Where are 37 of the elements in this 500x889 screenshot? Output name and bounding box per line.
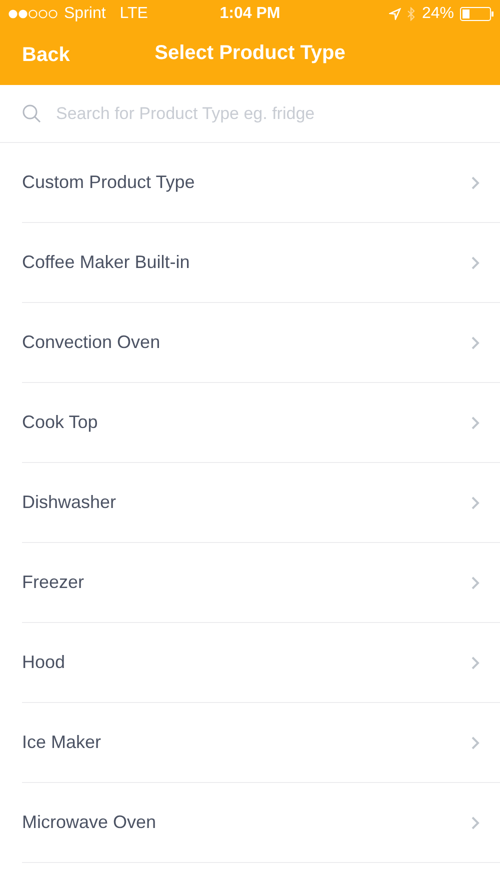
item-label: Convection Oven: [22, 332, 160, 353]
chevron-right-icon: [471, 256, 480, 270]
product-type-item[interactable]: Freezer: [22, 543, 500, 623]
chevron-right-icon: [471, 816, 480, 830]
product-type-item[interactable]: Microwave Oven: [22, 783, 500, 863]
product-type-item[interactable]: Dishwasher: [22, 463, 500, 543]
network-type: LTE: [120, 5, 148, 23]
chevron-right-icon: [471, 576, 480, 590]
item-label: Freezer: [22, 572, 84, 593]
clock-time: 1:04 PM: [220, 5, 280, 23]
chevron-right-icon: [471, 336, 480, 350]
signal-icon: [8, 9, 58, 19]
product-type-item[interactable]: Hood: [22, 623, 500, 703]
product-type-item[interactable]: Custom Product Type: [22, 143, 500, 223]
chevron-right-icon: [471, 496, 480, 510]
item-label: Coffee Maker Built-in: [22, 252, 190, 273]
battery-icon: [460, 7, 494, 21]
bluetooth-icon: [406, 7, 416, 21]
chevron-right-icon: [471, 656, 480, 670]
chevron-right-icon: [471, 736, 480, 750]
location-icon: [388, 8, 401, 20]
search-icon: [22, 104, 42, 124]
product-type-item[interactable]: Cook Top: [22, 383, 500, 463]
product-type-item[interactable]: Ice Maker: [22, 703, 500, 783]
page-title: Select Product Type: [154, 42, 346, 65]
item-label: Microwave Oven: [22, 812, 156, 833]
item-label: Hood: [22, 652, 66, 673]
battery-percent: 24%: [422, 5, 454, 23]
item-label: Cook Top: [22, 412, 98, 433]
item-label: Dishwasher: [22, 492, 116, 513]
chevron-right-icon: [471, 416, 480, 430]
carrier-name: Sprint: [64, 5, 106, 23]
item-label: Custom Product Type: [22, 172, 195, 193]
product-type-item[interactable]: Coffee Maker Built-in: [22, 223, 500, 303]
chevron-right-icon: [471, 176, 480, 190]
item-label: Ice Maker: [22, 732, 102, 753]
product-type-item[interactable]: Convection Oven: [22, 303, 500, 383]
